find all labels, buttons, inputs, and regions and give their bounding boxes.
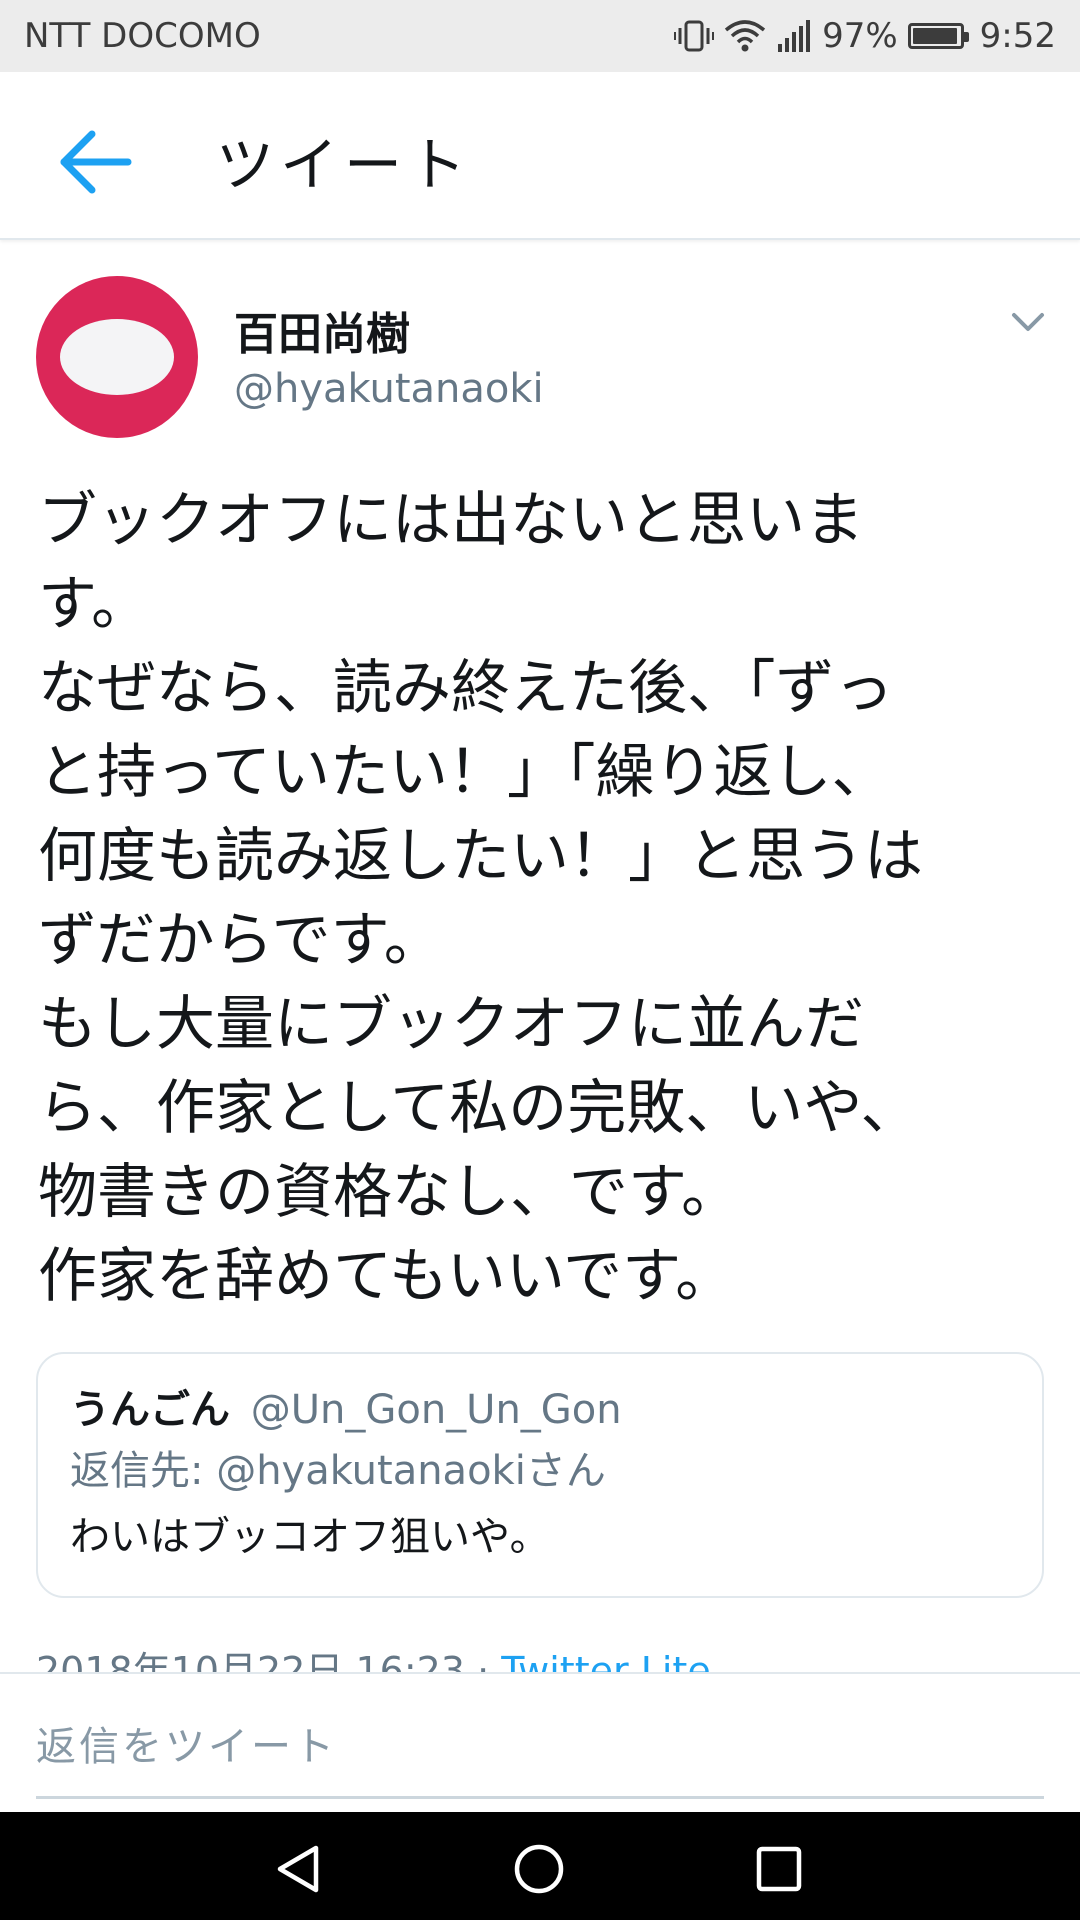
back-triangle-icon[interactable] — [272, 1842, 326, 1896]
reply-input[interactable]: 返信をツイート — [36, 1714, 337, 1772]
avatar[interactable] — [36, 276, 198, 438]
tweet-text-line: もし大量にブックオフに並んだ — [38, 989, 865, 1058]
avatar-logo — [60, 319, 174, 395]
page-title: ツイート — [216, 131, 473, 199]
tweet-text-line: 作家を辞めてもいいです。 — [38, 1241, 735, 1310]
tweet-text-line: ブックオフには出ないと思いま — [38, 485, 865, 554]
carrier-label: NTT DOCOMO — [24, 16, 261, 56]
tweet-text-line: ずだからです。 — [38, 905, 443, 974]
battery-icon — [907, 23, 969, 49]
quoted-tweet-header: うんごん @Un_Gon_Un_Gon — [70, 1380, 1010, 1440]
status-bar: NTT DOCOMO 97% 9:52 — [0, 0, 1080, 72]
chevron-down-icon[interactable] — [1008, 302, 1048, 342]
tweet-text-line: す。 — [38, 569, 151, 638]
tweet-text-line: ら、作家として私の完敗、いや、 — [38, 1073, 920, 1142]
reply-input-underline — [36, 1796, 1044, 1799]
signal-icon — [778, 20, 811, 52]
quoted-tweet-card[interactable]: うんごん @Un_Gon_Un_Gon 返信先: @hyakutanaokiさん… — [36, 1352, 1044, 1598]
tweet-text-line: 物書きの資格なし、です。 — [38, 1157, 741, 1226]
tweet-text: ブックオフには出ないと思いま す。 なぜなら、読み終えた後、「ずっ と持っていた… — [38, 478, 1048, 1318]
vibrate-icon — [674, 20, 715, 52]
app-header: ツイート — [0, 72, 1080, 240]
navigation-bar — [0, 1812, 1080, 1920]
battery-percent: 97% — [822, 16, 898, 56]
author-name[interactable]: 百田尚樹 — [234, 298, 410, 362]
tweet-text-line: なぜなら、読み終えた後、「ずっ — [38, 653, 894, 722]
author-handle[interactable]: @hyakutanaoki — [234, 366, 544, 412]
quoted-author-handle: @Un_Gon_Un_Gon — [250, 1387, 622, 1433]
quoted-tweet-text: わいはブッコオフ狙いや。 — [70, 1514, 550, 1560]
quoted-reply-to: 返信先: @hyakutanaokiさん — [70, 1448, 606, 1494]
tweet-detail-screen: NTT DOCOMO 97% 9:52 ツイート 百田尚樹 @hyakutana… — [0, 0, 1080, 1920]
reply-bar: 返信をツイート — [0, 1672, 1080, 1812]
tweet-text-line: 何度も読み返したい！」と思うは — [38, 821, 924, 890]
wifi-icon — [724, 20, 766, 52]
status-indicators: 97% 9:52 — [674, 16, 1056, 56]
quoted-author-name: うんごん — [70, 1387, 230, 1433]
back-arrow-icon[interactable] — [56, 122, 136, 202]
recents-square-icon[interactable] — [752, 1842, 806, 1896]
home-circle-icon[interactable] — [512, 1842, 566, 1896]
battery-level — [912, 28, 958, 44]
tweet-text-line: と持っていたい！」「繰り返し、 — [38, 737, 891, 806]
clock: 9:52 — [979, 16, 1056, 56]
